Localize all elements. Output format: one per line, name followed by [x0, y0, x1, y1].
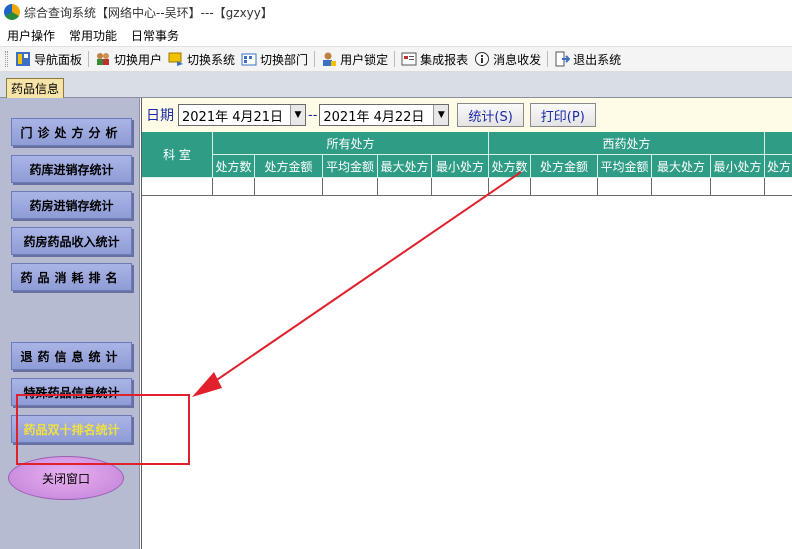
- exit-system-button[interactable]: 退出系统: [551, 48, 624, 70]
- switch-department-icon: [241, 51, 257, 67]
- pharmacy-income-stats-button[interactable]: 药房药品收入统计: [11, 227, 132, 255]
- navigation-panel-button[interactable]: 导航面板: [12, 48, 85, 70]
- date-label: 日期: [146, 108, 174, 124]
- toolbar-separator: [547, 51, 549, 67]
- grid-cell[interactable]: [489, 178, 531, 196]
- column-header[interactable]: 处方金额: [531, 155, 598, 178]
- grid-cell[interactable]: [652, 178, 711, 196]
- integrated-report-button[interactable]: 集成报表: [398, 48, 471, 70]
- data-grid: 科 室 所有处方 西药处方 处方数 处方金额 平均金额 最大处方 最小处方 处方…: [142, 132, 792, 196]
- filter-bar: 日期 2021年 4月21日 ▼ -- 2021年 4月22日 ▼ 统计(S) …: [142, 98, 792, 132]
- grid-cell[interactable]: [213, 178, 255, 196]
- column-header[interactable]: 最小处方: [432, 155, 489, 178]
- dept-column-header[interactable]: 科 室: [142, 132, 213, 178]
- toolbar-separator: [88, 51, 90, 67]
- menu-user-operations[interactable]: 用户操作: [0, 27, 62, 44]
- menu-bar: 用户操作 常用功能 日常事务: [0, 24, 792, 46]
- group-header-western-prescriptions: 西药处方: [489, 132, 765, 155]
- navigation-panel-icon: [15, 51, 31, 67]
- drug-consumption-ranking-button[interactable]: 药品消耗排名: [11, 263, 132, 291]
- chevron-down-icon[interactable]: ▼: [433, 105, 449, 125]
- app-logo-icon: [4, 4, 20, 20]
- date-range-separator: --: [308, 107, 318, 123]
- switch-user-icon: [95, 51, 111, 67]
- start-date-value: 2021年 4月21日: [182, 109, 284, 125]
- main-content: 日期 2021年 4月21日 ▼ -- 2021年 4月22日 ▼ 统计(S) …: [141, 98, 792, 549]
- grid-cell[interactable]: [378, 178, 432, 196]
- user-lock-icon: [321, 51, 337, 67]
- switch-system-icon: [168, 51, 184, 67]
- grid-cell[interactable]: [711, 178, 765, 196]
- grid-cell[interactable]: [323, 178, 378, 196]
- chevron-down-icon[interactable]: ▼: [290, 105, 305, 125]
- column-header[interactable]: 处方数: [489, 155, 531, 178]
- end-date-value: 2021年 4月22日: [323, 109, 425, 125]
- message-icon: [474, 51, 490, 67]
- outpatient-prescription-analysis-button[interactable]: 门诊处方分析: [11, 118, 132, 146]
- column-header[interactable]: 最小处方: [711, 155, 765, 178]
- start-date-picker[interactable]: 2021年 4月21日 ▼: [178, 104, 306, 126]
- column-header[interactable]: 处方金额: [255, 155, 323, 178]
- warehouse-inventory-stats-button[interactable]: 药库进销存统计: [11, 155, 132, 183]
- title-bar: 综合查询系统【网络中心--吴环】---【gzxyy】: [0, 0, 792, 24]
- menu-daily-affairs[interactable]: 日常事务: [124, 27, 186, 44]
- pharmacy-inventory-stats-button[interactable]: 药房进销存统计: [11, 191, 132, 219]
- stat-button[interactable]: 统计(S): [457, 103, 524, 127]
- toolbar: 导航面板 切换用户 切换系统 切换部门 用户锁定 集成报表 消息收发 退出系统: [0, 46, 792, 72]
- column-header[interactable]: 处方: [765, 155, 792, 178]
- column-header[interactable]: 处方数: [213, 155, 255, 178]
- column-header[interactable]: 平均金额: [323, 155, 378, 178]
- switch-system-button[interactable]: 切换系统: [165, 48, 238, 70]
- exit-icon: [554, 51, 571, 67]
- print-button[interactable]: 打印(P): [529, 103, 596, 127]
- grid-cell[interactable]: [765, 178, 792, 196]
- switch-user-button[interactable]: 切换用户: [92, 48, 165, 70]
- grid-cell[interactable]: [598, 178, 652, 196]
- user-lock-button[interactable]: 用户锁定: [318, 48, 391, 70]
- group-header-all-prescriptions: 所有处方: [213, 132, 489, 155]
- toolbar-separator: [314, 51, 316, 67]
- grid-cell[interactable]: [432, 178, 489, 196]
- tab-drug-info[interactable]: 药品信息: [6, 78, 65, 98]
- column-header[interactable]: 最大处方: [378, 155, 432, 178]
- left-nav-panel: 门诊处方分析 药库进销存统计 药房进销存统计 药房药品收入统计 药品消耗排名 退…: [0, 98, 140, 549]
- column-header[interactable]: 平均金额: [598, 155, 652, 178]
- grid-cell[interactable]: [142, 178, 213, 196]
- tab-strip: 药品信息: [0, 72, 792, 98]
- column-header[interactable]: 最大处方: [652, 155, 711, 178]
- window-title: 综合查询系统【网络中心--吴环】---【gzxyy】: [24, 5, 273, 20]
- grid-cell[interactable]: [531, 178, 598, 196]
- close-window-button[interactable]: 关闭窗口: [8, 456, 124, 500]
- toolbar-grip[interactable]: [5, 51, 8, 67]
- drug-double-ten-ranking-button[interactable]: 药品双十排名统计: [11, 415, 132, 443]
- menu-common-functions[interactable]: 常用功能: [62, 27, 124, 44]
- drug-return-stats-button[interactable]: 退药信息统计: [11, 342, 132, 370]
- group-header-next: [765, 132, 792, 155]
- report-icon: [401, 51, 417, 67]
- switch-department-button[interactable]: 切换部门: [238, 48, 311, 70]
- toolbar-separator: [394, 51, 396, 67]
- grid-cell[interactable]: [255, 178, 323, 196]
- special-drug-stats-button[interactable]: 特殊药品信息统计: [11, 378, 132, 406]
- end-date-picker[interactable]: 2021年 4月22日 ▼: [319, 104, 450, 126]
- message-button[interactable]: 消息收发: [471, 48, 544, 70]
